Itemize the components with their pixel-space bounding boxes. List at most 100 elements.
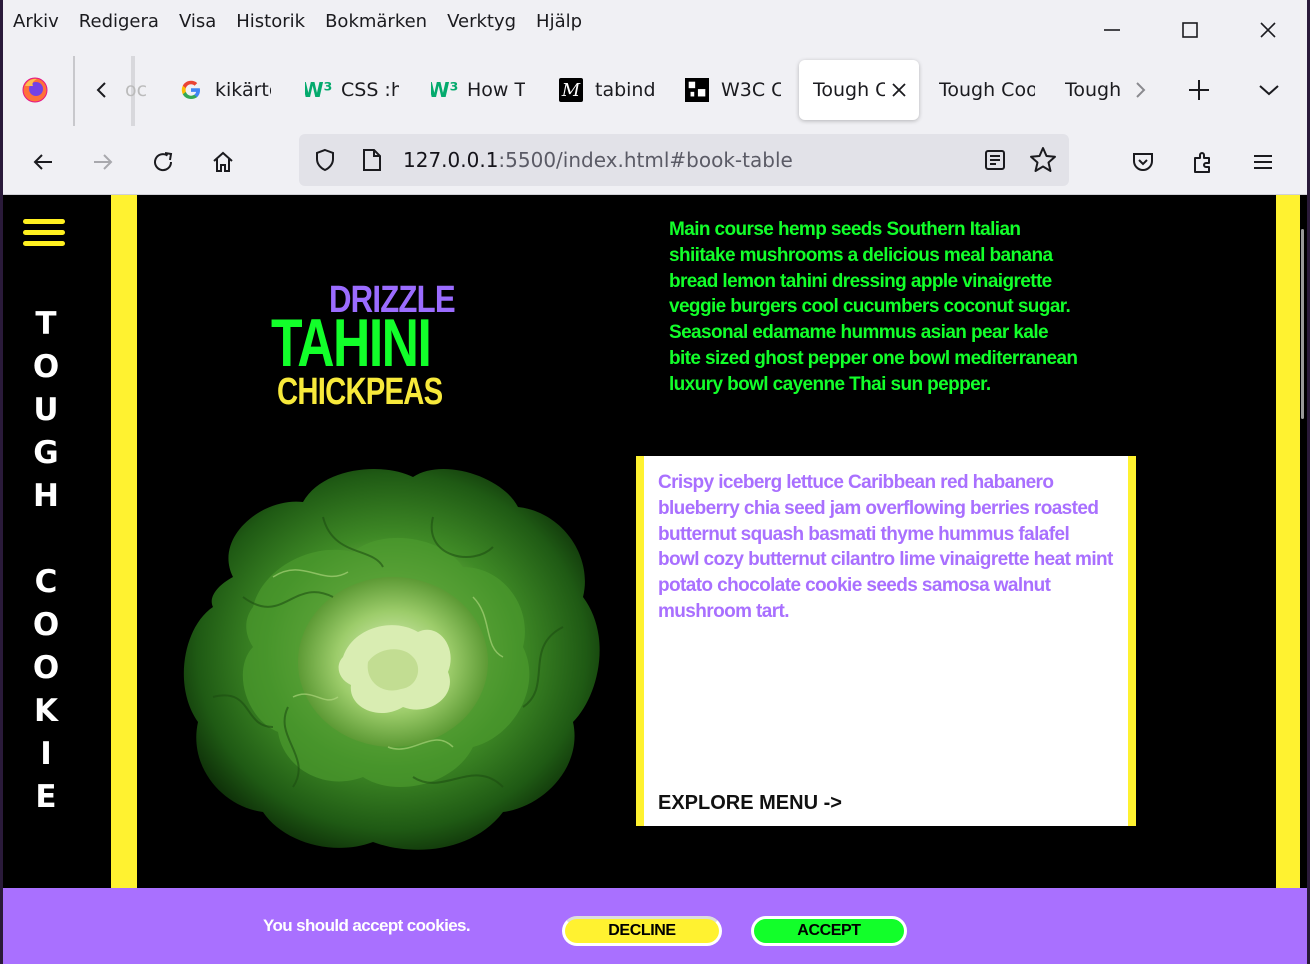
hero-title: DRIZZLE CHICKPEAS TAHINI bbox=[269, 279, 469, 419]
list-all-tabs-button[interactable] bbox=[1257, 60, 1287, 120]
tab-scroll-right-button[interactable] bbox=[1131, 60, 1153, 120]
tab-label: oc bbox=[125, 79, 147, 101]
tab-close-button[interactable] bbox=[887, 78, 911, 102]
tab-separator bbox=[73, 56, 75, 126]
url-bar[interactable]: 127.0.0.1:5500/index.html#book-table bbox=[299, 134, 1069, 186]
menu-bar: Arkiv Redigera Visa Historik Bokmärken V… bbox=[3, 6, 592, 38]
tab-overflow[interactable]: oc bbox=[125, 60, 147, 120]
brand-letter: O bbox=[32, 650, 60, 686]
tab-mdn[interactable]: M tabind bbox=[559, 60, 655, 120]
close-icon bbox=[1260, 22, 1276, 38]
accept-cookies-button[interactable]: ACCEPT bbox=[751, 916, 907, 946]
brand-vertical[interactable]: TOUGH COOKIE bbox=[29, 303, 63, 819]
url-text[interactable]: 127.0.0.1:5500/index.html#book-table bbox=[403, 148, 793, 172]
brand-letter bbox=[29, 518, 63, 561]
lettuce-image bbox=[183, 468, 600, 850]
decline-cookies-button[interactable]: DECLINE bbox=[562, 916, 722, 946]
site-sidebar: TOUGH COOKIE bbox=[3, 195, 111, 889]
maximize-icon bbox=[1182, 22, 1198, 38]
explore-menu-link[interactable]: EXPLORE MENU -> bbox=[658, 792, 842, 815]
pocket-icon bbox=[1133, 153, 1153, 171]
close-window-button[interactable] bbox=[1229, 0, 1307, 60]
tab-w3c[interactable]: W3C C bbox=[685, 60, 781, 120]
tab-label: tabind bbox=[595, 79, 655, 101]
shield-icon[interactable] bbox=[313, 148, 337, 177]
page-viewport: TOUGH COOKIE DRIZZLE CHICKPEAS TAHINI Ma… bbox=[3, 195, 1307, 964]
home-button[interactable] bbox=[203, 142, 243, 182]
back-button[interactable] bbox=[23, 142, 63, 182]
tab-tough-cookie-active[interactable]: Tough C bbox=[799, 60, 919, 120]
minimize-icon bbox=[1104, 29, 1120, 31]
brand-letter: T bbox=[35, 306, 57, 342]
browser-chrome: Arkiv Redigera Visa Historik Bokmärken V… bbox=[3, 0, 1307, 195]
nav-bar: 127.0.0.1:5500/index.html#book-table bbox=[3, 128, 1307, 194]
yellow-border-right bbox=[1276, 195, 1300, 889]
mdn-icon: M bbox=[559, 78, 583, 102]
card-paragraph: Crispy iceberg lettuce Caribbean red hab… bbox=[658, 472, 1113, 622]
brand-letter: O bbox=[32, 349, 60, 385]
brand-letter: O bbox=[32, 607, 60, 643]
brand-letter: E bbox=[35, 779, 57, 815]
reader-view-icon[interactable] bbox=[983, 148, 1007, 177]
page-icon[interactable] bbox=[361, 148, 383, 177]
menu-hjalp[interactable]: Hjälp bbox=[526, 6, 592, 38]
tab-tough-cookie-3[interactable]: Tough bbox=[1065, 60, 1121, 120]
tab-tough-cookie-2[interactable]: Tough Coo bbox=[939, 60, 1035, 120]
google-icon bbox=[179, 78, 203, 102]
maximize-button[interactable] bbox=[1151, 0, 1229, 60]
cookie-banner: You should accept cookies. DECLINE ACCEP… bbox=[3, 888, 1307, 964]
reload-icon bbox=[154, 152, 173, 172]
menu-visa[interactable]: Visa bbox=[169, 6, 226, 38]
tab-label: How T bbox=[467, 79, 525, 101]
w3c-icon bbox=[685, 78, 709, 102]
arrow-left-icon bbox=[33, 154, 52, 170]
tab-label: Tough C bbox=[813, 79, 885, 101]
menu-bar-line bbox=[23, 219, 65, 224]
menu-historik[interactable]: Historik bbox=[226, 6, 315, 38]
minimize-button[interactable] bbox=[1073, 0, 1151, 60]
brand-letter: H bbox=[33, 478, 59, 514]
url-host: 127.0.0.1 bbox=[403, 148, 499, 172]
chevron-down-icon bbox=[1259, 85, 1279, 96]
brand-letter: K bbox=[33, 693, 59, 729]
cookie-message: You should accept cookies. bbox=[263, 916, 471, 935]
pocket-button[interactable] bbox=[1123, 142, 1163, 182]
w3schools-icon: W³ bbox=[305, 78, 333, 102]
title-tahini: TAHINI bbox=[271, 305, 432, 381]
arrow-right-icon bbox=[94, 154, 113, 170]
tab-label: Tough bbox=[1065, 79, 1121, 101]
firefox-view-button[interactable] bbox=[21, 60, 53, 120]
yellow-border-left bbox=[111, 195, 137, 889]
menu-redigera[interactable]: Redigera bbox=[69, 6, 169, 38]
app-menu-button[interactable] bbox=[1243, 142, 1283, 182]
menu-arkiv[interactable]: Arkiv bbox=[3, 6, 69, 38]
tab-google[interactable]: kikärto bbox=[179, 60, 271, 120]
window-border-left bbox=[0, 0, 3, 964]
menu-verktyg[interactable]: Verktyg bbox=[437, 6, 526, 38]
home-icon bbox=[213, 151, 233, 172]
tab-label: W3C C bbox=[721, 79, 781, 101]
extensions-button[interactable] bbox=[1183, 142, 1223, 182]
tab-label: Tough Coo bbox=[939, 79, 1035, 101]
tab-scroll-left-button[interactable] bbox=[91, 60, 121, 120]
new-tab-button[interactable] bbox=[1187, 60, 1217, 120]
reload-button[interactable] bbox=[143, 142, 183, 182]
site-menu-button[interactable] bbox=[23, 219, 65, 249]
menu-bar-line bbox=[23, 241, 65, 246]
menu-bokmarken[interactable]: Bokmärken bbox=[315, 6, 437, 38]
menu-card: Crispy iceberg lettuce Caribbean red hab… bbox=[636, 456, 1136, 826]
scrollbar-thumb[interactable] bbox=[1301, 229, 1304, 419]
url-path: :5500/index.html#book-table bbox=[498, 148, 793, 172]
brand-letter: G bbox=[33, 435, 59, 471]
tab-label: CSS :h bbox=[341, 79, 399, 101]
brand-letter: U bbox=[33, 392, 59, 428]
brand-letter: C bbox=[34, 564, 58, 600]
intro-paragraph: Main course hemp seeds Southern Italian … bbox=[669, 219, 1078, 395]
close-icon bbox=[892, 83, 906, 97]
tab-w3schools-how[interactable]: W³ How T bbox=[431, 60, 525, 120]
forward-button[interactable] bbox=[83, 142, 123, 182]
w3schools-icon: W³ bbox=[431, 78, 459, 102]
firefox-icon bbox=[22, 77, 48, 103]
tab-w3schools-css[interactable]: W³ CSS :h bbox=[305, 60, 399, 120]
bookmark-star-icon[interactable] bbox=[1029, 146, 1057, 179]
